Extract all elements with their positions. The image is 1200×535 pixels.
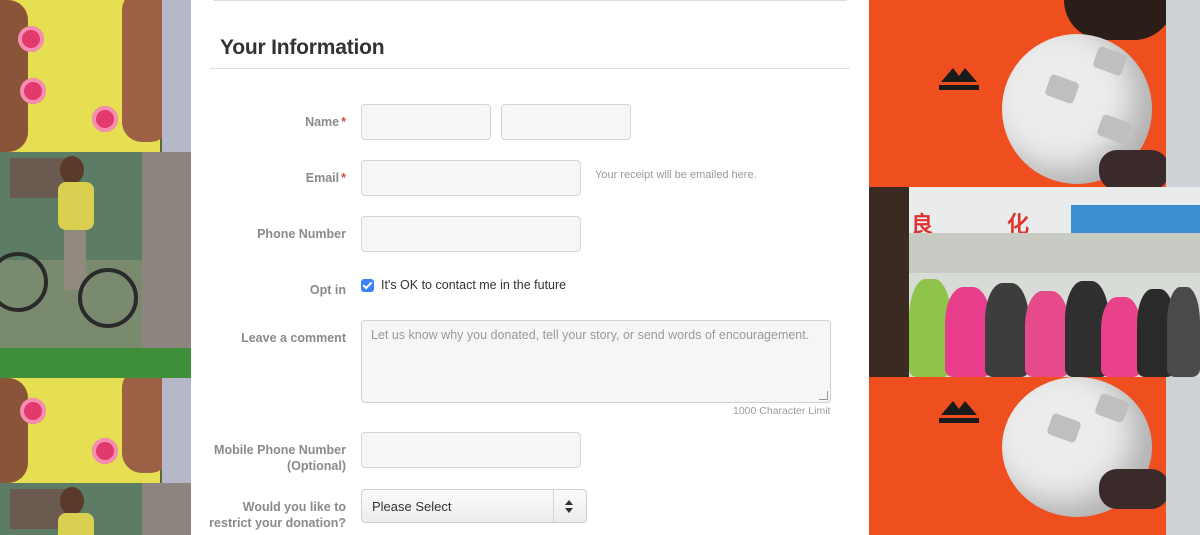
phone-label: Phone Number xyxy=(257,227,346,241)
email-input[interactable] xyxy=(361,160,581,196)
restrict-label-line2: restrict your donation? xyxy=(209,516,346,530)
email-label: Email * xyxy=(196,170,346,186)
section-divider xyxy=(210,68,850,69)
photo-soccer-ball-repeat xyxy=(869,377,1200,535)
comment-textarea[interactable]: Let us know why you donated, tell your s… xyxy=(361,320,831,403)
comment-placeholder: Let us know why you donated, tell your s… xyxy=(371,328,810,342)
name-required-mark: * xyxy=(341,115,346,129)
mobile-label-line2: (Optional) xyxy=(286,459,346,473)
optin-checkbox[interactable] xyxy=(361,279,374,292)
photo-girl-yellow-dress xyxy=(0,0,191,152)
restrict-label-line1: Would you like to xyxy=(242,500,346,514)
restrict-donation-select[interactable]: Please Select xyxy=(361,489,587,523)
photo-school-children: 良 化 xyxy=(909,187,1200,377)
resize-grip-icon[interactable] xyxy=(819,391,828,400)
photo-dark-strip xyxy=(869,187,909,377)
photo-girl-yellow-dress-repeat xyxy=(0,378,191,483)
photo-soccer-ball xyxy=(869,0,1200,187)
donation-form: Your Information Name * Email * Your recei… xyxy=(191,0,869,535)
email-label-text: Email xyxy=(305,171,340,185)
mobile-label-line1: Mobile Phone Number xyxy=(214,443,346,457)
squadra-logo-icon-repeat xyxy=(939,401,979,423)
mobile-phone-input[interactable] xyxy=(361,432,581,468)
top-divider xyxy=(213,0,847,1)
right-photo-collage: 良 化 xyxy=(869,0,1200,535)
restrict-select-value: Please Select xyxy=(372,499,452,514)
squadra-logo-icon xyxy=(939,68,979,90)
select-updown-icon[interactable] xyxy=(553,490,586,522)
first-name-input[interactable] xyxy=(361,104,491,140)
photo-green-strip xyxy=(0,348,191,378)
left-photo-collage xyxy=(0,0,191,535)
restrict-label: Would you like to restrict your donation… xyxy=(196,499,346,531)
comment-char-limit: 1000 Character Limit xyxy=(733,405,831,417)
photo-boy-with-bicycle-repeat xyxy=(0,483,191,535)
optin-label: Opt in xyxy=(309,283,346,297)
mobile-label: Mobile Phone Number (Optional) xyxy=(196,442,346,474)
email-required-mark: * xyxy=(341,171,346,185)
comment-label: Leave a comment xyxy=(241,331,346,345)
name-label-text: Name xyxy=(305,115,340,129)
optin-checkbox-label[interactable]: It's OK to contact me in the future xyxy=(381,278,566,292)
email-hint: Your receipt will be emailed here. xyxy=(595,169,757,181)
last-name-input[interactable] xyxy=(501,104,631,140)
phone-input[interactable] xyxy=(361,216,581,252)
photo-boy-with-bicycle xyxy=(0,152,191,348)
name-label: Name * xyxy=(196,114,346,130)
section-title: Your Information xyxy=(220,36,385,59)
